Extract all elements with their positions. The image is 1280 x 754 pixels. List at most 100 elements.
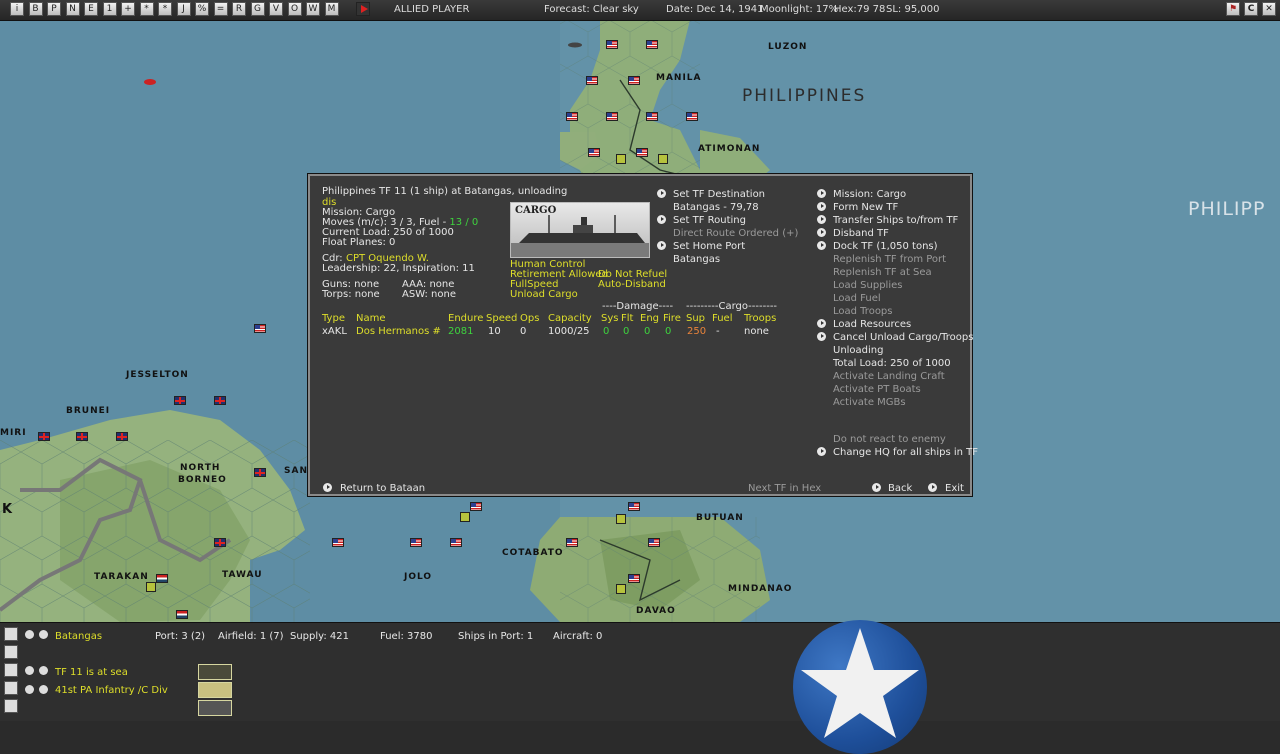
uk-base-marker[interactable]	[38, 432, 50, 441]
land-unit-marker[interactable]	[146, 582, 156, 592]
col-troops: Troops	[744, 313, 777, 324]
back-button[interactable]: Back	[888, 483, 912, 495]
next-base-button[interactable]	[39, 630, 48, 639]
infantry-unit-icon[interactable]	[198, 682, 232, 698]
us-base-marker[interactable]	[646, 112, 658, 121]
uk-base-marker[interactable]	[76, 432, 88, 441]
uk-base-marker[interactable]	[214, 396, 226, 405]
toolbar-button-icon[interactable]: *	[139, 2, 154, 16]
toolbar-button-icon[interactable]: G	[250, 2, 265, 16]
us-base-marker[interactable]	[566, 538, 578, 547]
tf-action-disband-tf[interactable]: Disband TF	[833, 228, 889, 240]
prev-tf-button[interactable]	[25, 666, 34, 675]
return-to-bataan-button[interactable]: Return to Bataan	[340, 483, 425, 495]
land-unit-marker[interactable]	[616, 514, 626, 524]
setting-unload-cargo[interactable]: Unload Cargo	[510, 289, 578, 301]
toolbar-button-icon[interactable]: 1	[102, 2, 117, 16]
map-label-philipp: PHILIPP	[1188, 198, 1266, 220]
tf-action-mission-cargo[interactable]: Mission: Cargo	[833, 189, 906, 201]
tf-action-replenish-tf-at-sea: Replenish TF at Sea	[833, 267, 932, 278]
airfield-icon[interactable]	[4, 645, 18, 659]
us-base-marker[interactable]	[332, 538, 344, 547]
map-label-butuan: BUTUAN	[696, 513, 744, 523]
toolbar-button-icon[interactable]: *	[158, 2, 172, 16]
toolbar-button-icon[interactable]: P	[47, 2, 61, 16]
aircraft-icon[interactable]	[4, 699, 18, 713]
dutch-base-marker[interactable]	[156, 574, 168, 583]
uk-base-marker[interactable]	[116, 432, 128, 441]
unit-icon[interactable]	[4, 681, 18, 695]
toolbar-button-icon[interactable]: B	[28, 2, 43, 16]
unit-name[interactable]: 41st PA Infantry /C Div	[55, 685, 168, 696]
us-base-marker[interactable]	[606, 40, 618, 49]
toolbar-button-icon[interactable]: N	[65, 2, 80, 16]
us-base-marker[interactable]	[646, 40, 658, 49]
prev-unit-button[interactable]	[25, 685, 34, 694]
land-unit-marker[interactable]	[616, 584, 626, 594]
next-tf-button[interactable]	[39, 666, 48, 675]
exit-button[interactable]: Exit	[945, 483, 964, 495]
set-tf-destination-button[interactable]: Set TF Destination	[673, 189, 765, 201]
toolbar-button-icon[interactable]: %	[195, 2, 209, 16]
ships-icon[interactable]	[4, 663, 18, 677]
close-icon[interactable]: ✕	[1262, 2, 1276, 16]
tf-action-load-resources[interactable]: Load Resources	[833, 319, 911, 331]
us-base-marker[interactable]	[566, 112, 578, 121]
toolbar-button-icon[interactable]: O	[287, 2, 302, 16]
us-base-marker[interactable]	[450, 538, 462, 547]
dutch-base-marker[interactable]	[176, 610, 188, 619]
damage-group-header: ----Damage----	[602, 301, 674, 312]
us-base-marker[interactable]	[254, 324, 266, 333]
tf-action-cancel-unload-cargo-troops[interactable]: Cancel Unload Cargo/Troops	[833, 332, 973, 344]
us-base-marker[interactable]	[636, 148, 648, 157]
tf-action-form-new-tf[interactable]: Form New TF	[833, 202, 898, 214]
us-base-marker[interactable]	[648, 538, 660, 547]
uk-base-marker[interactable]	[174, 396, 186, 405]
next-tf-button[interactable]: Next TF in Hex	[748, 483, 821, 495]
tf-action-dock-tf-1-050-tons[interactable]: Dock TF (1,050 tons)	[833, 241, 938, 253]
toolbar-button-icon[interactable]: +	[121, 2, 135, 16]
combat-report-icon[interactable]: C	[1244, 2, 1258, 16]
us-base-marker[interactable]	[628, 76, 640, 85]
us-base-marker[interactable]	[686, 112, 698, 121]
set-tf-routing-button[interactable]: Set TF Routing	[673, 215, 746, 227]
end-turn-icon[interactable]	[356, 2, 370, 16]
toolbar-button-icon[interactable]: V	[269, 2, 283, 16]
us-base-marker[interactable]	[606, 112, 618, 121]
us-base-marker[interactable]	[588, 148, 600, 157]
arrow-icon	[817, 189, 826, 198]
toolbar-button-icon[interactable]: W	[306, 2, 320, 16]
land-unit-marker[interactable]	[658, 154, 668, 164]
base-name[interactable]: Batangas	[55, 631, 102, 642]
land-unit-marker[interactable]	[460, 512, 470, 522]
do-not-react-toggle[interactable]: Do not react to enemy	[833, 434, 946, 446]
flag-icon[interactable]: ⚑	[1226, 2, 1240, 16]
change-hq-button[interactable]: Change HQ for all ships in TF	[833, 447, 978, 459]
land-unit-marker[interactable]	[616, 154, 626, 164]
anchor-icon[interactable]	[4, 627, 18, 641]
setting-auto-disband[interactable]: Auto-Disband	[598, 279, 666, 291]
toolbar-button-icon[interactable]: =	[213, 2, 228, 16]
cell-name[interactable]: Dos Hermanos #	[356, 326, 441, 338]
toolbar-button-icon[interactable]: R	[232, 2, 246, 16]
us-base-marker[interactable]	[410, 538, 422, 547]
tf-status[interactable]: TF 11 is at sea	[55, 667, 128, 678]
base-thumbnail-icon[interactable]	[198, 700, 232, 716]
us-base-marker[interactable]	[628, 502, 640, 511]
set-home-port-button[interactable]: Set Home Port	[673, 241, 745, 253]
toolbar-button-icon[interactable]: J	[176, 2, 191, 16]
ship-thumbnail-icon[interactable]	[198, 664, 232, 680]
us-base-marker[interactable]	[586, 76, 598, 85]
tf-action-transfer-ships-to-from-tf[interactable]: Transfer Ships to/from TF	[833, 215, 958, 227]
col-flt: Flt	[621, 313, 634, 324]
toolbar-button-icon[interactable]: M	[324, 2, 339, 16]
toolbar-button-icon[interactable]: i	[10, 2, 24, 16]
uk-base-marker[interactable]	[254, 468, 266, 477]
toolbar-button-icon[interactable]: E	[84, 2, 98, 16]
next-unit-button[interactable]	[39, 685, 48, 694]
uk-base-marker[interactable]	[214, 538, 226, 547]
us-base-marker[interactable]	[628, 574, 640, 583]
prev-base-button[interactable]	[25, 630, 34, 639]
us-base-marker[interactable]	[470, 502, 482, 511]
tf-asw: ASW: none	[402, 289, 456, 300]
